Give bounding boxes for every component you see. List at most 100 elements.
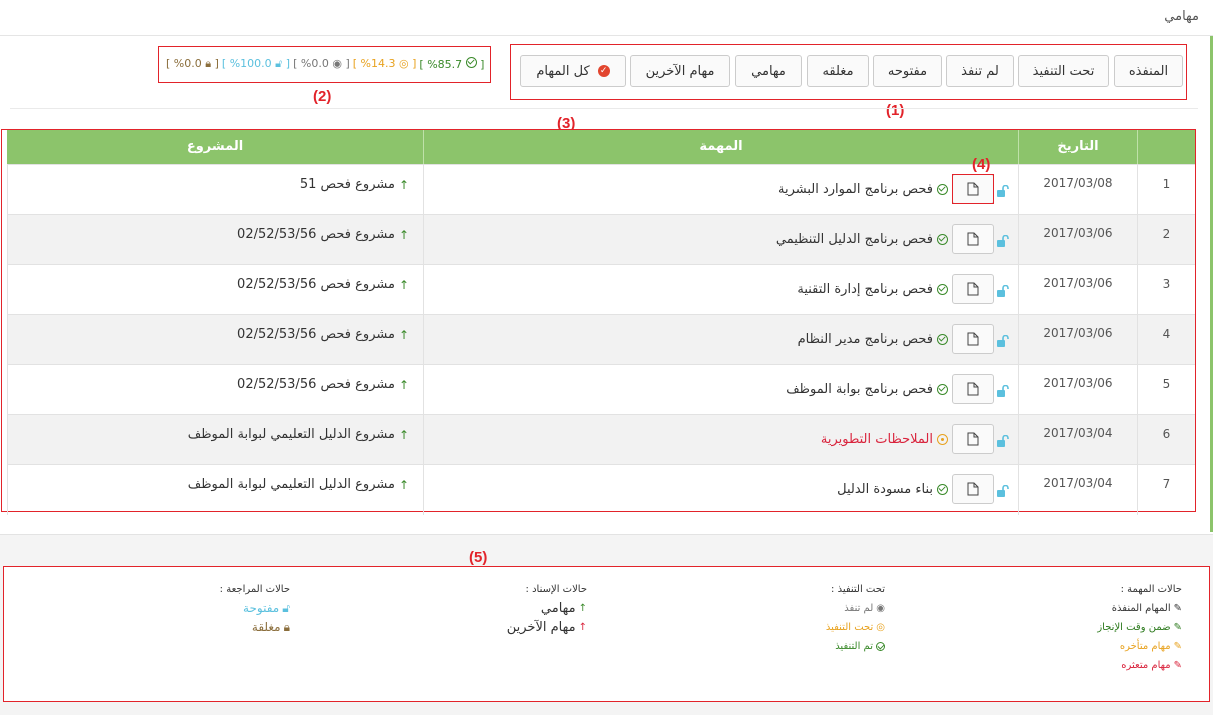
row-number: 1 [1137, 165, 1195, 215]
table-row: 4 2017/03/06 فحص برنامج مدير النظام ↑ مشروع … [7, 314, 1195, 365]
divider [10, 108, 1198, 109]
task-cell: فحص برنامج الدليل التنظيمي [423, 215, 1018, 265]
date-header[interactable]: التاريخ [1018, 130, 1137, 164]
open-document-button[interactable] [952, 224, 994, 254]
task-name[interactable]: فحص برنامج بوابة الموظف [786, 382, 948, 397]
task-title[interactable]: الملاحظات التطويرية [821, 432, 933, 447]
stat-done: [ %85.7 ] [419, 57, 485, 71]
filter-label: كل المهام [536, 63, 590, 79]
project-cell: ↑ مشروع فحص 51 [7, 165, 423, 215]
task-title[interactable]: فحص برنامج مدير النظام [798, 332, 933, 347]
project-title: مشروع فحص 02/52/53/56 [237, 327, 395, 342]
project-cell: ↑ مشروع فحص 02/52/53/56 [7, 315, 423, 365]
task-name[interactable]: فحص برنامج الدليل التنظيمي [776, 232, 948, 247]
filter-closed-button[interactable]: مغلقه [807, 55, 869, 87]
check-circle-icon [937, 284, 948, 295]
row-number: 2 [1137, 215, 1195, 265]
project-cell: ↑ مشروع فحص 02/52/53/56 [7, 215, 423, 265]
project-header[interactable]: المشروع [7, 130, 423, 164]
unlock-icon [997, 485, 1009, 497]
table-row: 6 2017/03/04 الملاحظات التطويرية ↑ مشروع الد… [7, 414, 1195, 465]
project-title: مشروع فحص 02/52/53/56 [237, 227, 395, 242]
unlock-icon [997, 235, 1009, 247]
table-row: 3 2017/03/06 فحص برنامج إدارة التقنية ↑ مشرو… [7, 264, 1195, 315]
project-name: ↑ مشروع الدليل التعليمي لبوابة الموظف [188, 477, 409, 492]
filter-done-button[interactable]: المنفذه [1114, 55, 1183, 87]
row-date: 2017/03/06 [1018, 215, 1137, 265]
task-title[interactable]: فحص برنامج الموارد البشرية [778, 182, 933, 197]
task-cell: فحص برنامج إدارة التقنية [423, 265, 1018, 315]
filter-label: لم تنفذ [961, 63, 999, 79]
open-document-button[interactable] [952, 374, 994, 404]
task-title[interactable]: فحص برنامج الدليل التنظيمي [776, 232, 933, 247]
annotation-1: (1) [886, 102, 905, 119]
filter-label: مهامي [751, 63, 786, 79]
task-cell: الملاحظات التطويرية [423, 415, 1018, 465]
task-cell: فحص برنامج الموارد البشرية [423, 165, 1018, 215]
project-cell: ↑ مشروع الدليل التعليمي لبوابة الموظف [7, 415, 423, 465]
task-title[interactable]: بناء مسودة الدليل [837, 482, 933, 497]
filter-my-tasks-button[interactable]: مهامي [735, 55, 802, 87]
task-name[interactable]: بناء مسودة الدليل [837, 482, 948, 497]
num-header [1137, 130, 1195, 164]
tree-icon: ↑ [398, 227, 409, 242]
file-icon [967, 382, 979, 396]
task-header[interactable]: المهمة [423, 130, 1018, 164]
filter-not-done-button[interactable]: لم تنفذ [946, 55, 1014, 87]
stat-closed: [ %0.0 🔒︎ ] [166, 57, 219, 70]
project-title: مشروع فحص 02/52/53/56 [237, 377, 395, 392]
check-circle-icon [937, 334, 948, 345]
project-cell: ↑ مشروع فحص 02/52/53/56 [7, 265, 423, 315]
tasks-table: التاريخ المهمة المشروع 1 2017/03/08 فحص بر… [7, 130, 1195, 515]
task-title[interactable]: فحص برنامج إدارة التقنية [797, 282, 933, 297]
row-date: 2017/03/06 [1018, 315, 1137, 365]
task-name[interactable]: فحص برنامج إدارة التقنية [797, 282, 948, 297]
annotation-4: (4) [972, 156, 991, 173]
page-title: مهامي [1164, 9, 1199, 24]
file-icon [967, 282, 979, 296]
open-document-button[interactable] [952, 474, 994, 504]
unlock-icon [997, 185, 1009, 197]
project-name: ↑ مشروع فحص 51 [300, 177, 409, 192]
file-icon [967, 432, 979, 446]
filter-open-button[interactable]: مفتوحه [873, 55, 942, 87]
project-name: ↑ مشروع فحص 02/52/53/56 [237, 277, 409, 292]
annotation-5: (5) [469, 549, 488, 566]
check-circle-icon [937, 384, 948, 395]
filter-in-progress-button[interactable]: تحت التنفيذ [1018, 55, 1109, 87]
page-header: مهامي [0, 0, 1213, 36]
project-name: ↑ مشروع الدليل التعليمي لبوابة الموظف [188, 427, 409, 442]
open-document-button[interactable] [952, 324, 994, 354]
filter-label: مغلقه [822, 63, 854, 79]
project-cell: ↑ مشروع الدليل التعليمي لبوابة الموظف [7, 465, 423, 515]
task-name[interactable]: فحص برنامج مدير النظام [798, 332, 948, 347]
task-title[interactable]: فحص برنامج بوابة الموظف [786, 382, 933, 397]
project-name: ↑ مشروع فحص 02/52/53/56 [237, 227, 409, 242]
check-circle-icon [937, 184, 948, 195]
tree-icon: ↑ [398, 327, 409, 342]
table-row: 2 2017/03/06 فحص برنامج الدليل التنظيمي ↑ مش… [7, 214, 1195, 265]
table-row: 5 2017/03/06 فحص برنامج بوابة الموظف ↑ مشروع… [7, 364, 1195, 415]
filter-label: المنفذه [1128, 63, 1169, 79]
filter-others-tasks-button[interactable]: مهام الآخرين [630, 55, 730, 87]
task-name[interactable]: فحص برنامج الموارد البشرية [778, 182, 948, 197]
file-icon [967, 232, 979, 246]
table-row: 7 2017/03/04 بناء مسودة الدليل ↑ مشروع الدلي… [7, 464, 1195, 515]
open-document-button[interactable] [952, 424, 994, 454]
filter-label: مفتوحه [887, 63, 928, 79]
file-icon [967, 482, 979, 496]
stat-not-done: [ %0.0 ◉ ] [293, 57, 350, 70]
row-number: 3 [1137, 265, 1195, 315]
row-number: 6 [1137, 415, 1195, 465]
table-row: 1 2017/03/08 فحص برنامج الموارد البشرية ↑ مش… [7, 164, 1195, 215]
task-cell: فحص برنامج مدير النظام [423, 315, 1018, 365]
unlock-icon [997, 335, 1009, 347]
open-document-button[interactable] [952, 274, 994, 304]
task-cell: بناء مسودة الدليل [423, 465, 1018, 515]
task-name[interactable]: الملاحظات التطويرية [821, 432, 948, 447]
check-circle-icon [465, 57, 477, 68]
legend-highlight [3, 566, 1210, 702]
row-number: 7 [1137, 465, 1195, 515]
filter-all-tasks-button[interactable]: ✓ كل المهام [520, 55, 626, 87]
task-cell: فحص برنامج بوابة الموظف [423, 365, 1018, 415]
